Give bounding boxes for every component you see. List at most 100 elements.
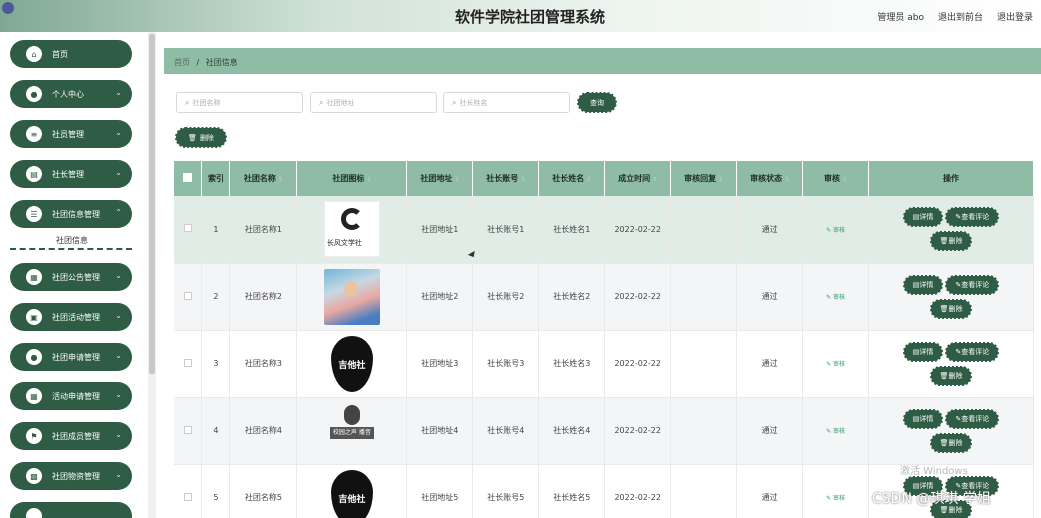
row-checkbox-cell[interactable] bbox=[174, 196, 203, 264]
detail-button[interactable]: ▤ 详情 bbox=[902, 341, 944, 362]
row-checkbox[interactable] bbox=[183, 224, 192, 233]
cell-ops: ▤ 详情 ✎ 查看评论 🗑 删除 bbox=[868, 330, 1034, 398]
sidebar-item-home[interactable]: ⌂ 首页 bbox=[10, 40, 132, 68]
sort-icon[interactable]: ⇕ bbox=[278, 176, 283, 183]
sidebar-item-club-applications[interactable]: ● 社团申请管理 ⌄ bbox=[10, 343, 132, 371]
sidebar-item-profile[interactable]: ● 个人中心 ⌄ bbox=[10, 80, 132, 108]
view-comments-button[interactable]: ✎ 查看评论 bbox=[945, 341, 1000, 362]
select-all-header[interactable] bbox=[174, 161, 203, 196]
sidebar-scroll-thumb[interactable] bbox=[149, 34, 155, 374]
delete-button[interactable]: 🗑 删除 bbox=[929, 231, 973, 252]
col-leader-label: 社长姓名 bbox=[552, 174, 585, 183]
header-actions: 管理员 abo 退出到前台 退出登录 bbox=[877, 10, 1033, 23]
csdn-watermark: CSDN @琪琪 学姐 bbox=[872, 491, 991, 507]
sidebar-item-activities[interactable]: ▣ 社团活动管理 ⌄ bbox=[10, 303, 132, 331]
back-to-front-link[interactable]: 退出到前台 bbox=[938, 10, 983, 23]
submenu-club-info[interactable]: 社团信息 bbox=[10, 230, 132, 250]
chevron-down-icon: ⌄ bbox=[115, 271, 122, 280]
breadcrumb-current: 社团信息 bbox=[205, 58, 238, 67]
audit-link[interactable]: ✎ 审核 bbox=[826, 361, 845, 368]
query-button[interactable]: 查询 bbox=[577, 92, 617, 113]
col-logo[interactable]: 社团图标 ⇕ bbox=[296, 161, 408, 196]
club-address-search-input[interactable]: ⌕ 社团地址 bbox=[310, 92, 437, 113]
col-name[interactable]: 社团名称 ⇕ bbox=[229, 161, 298, 196]
audit-link[interactable]: ✎ 审核 bbox=[826, 294, 845, 301]
home-icon: ⌂ bbox=[26, 46, 42, 62]
sort-icon[interactable]: ⇕ bbox=[784, 176, 789, 183]
detail-button[interactable]: ▤ 详情 bbox=[902, 274, 944, 295]
row-checkbox[interactable] bbox=[183, 492, 192, 501]
row-checkbox[interactable] bbox=[183, 291, 192, 300]
sort-icon[interactable]: ⇕ bbox=[520, 176, 525, 183]
sidebar-item-members[interactable]: ≡ 社员管理 ⌄ bbox=[10, 120, 132, 148]
sort-icon[interactable]: ⇕ bbox=[586, 176, 591, 183]
audit-link[interactable]: ✎ 审核 bbox=[826, 495, 845, 502]
audit-link[interactable]: ✎ 审核 bbox=[826, 227, 845, 234]
delete-button[interactable]: 🗑 删除 bbox=[929, 432, 973, 453]
col-ops: 操作 bbox=[868, 161, 1034, 196]
detail-button[interactable]: ▤ 详情 bbox=[902, 207, 944, 228]
row-checkbox[interactable] bbox=[183, 425, 192, 434]
detail-label: 详情 bbox=[919, 414, 934, 423]
sidebar-item-club-members[interactable]: ⚑ 社团成员管理 ⌄ bbox=[10, 422, 132, 450]
cell-reply bbox=[670, 464, 738, 518]
cell-date: 2022-02-22 bbox=[604, 397, 672, 465]
guitar-pick-logo: 吉他社 bbox=[324, 469, 380, 518]
sort-icon[interactable]: ⇕ bbox=[842, 176, 847, 183]
delete-button[interactable]: 🗑 删除 bbox=[929, 365, 973, 386]
sidebar-item-club-info[interactable]: ☰ 社团信息管理 ⌃ bbox=[10, 200, 132, 228]
view-comments-label: 查看评论 bbox=[961, 414, 990, 423]
row-checkbox-cell[interactable] bbox=[174, 263, 203, 331]
sort-icon[interactable]: ⇕ bbox=[652, 176, 657, 183]
row-checkbox-cell[interactable] bbox=[174, 330, 203, 398]
cell-reply bbox=[670, 397, 738, 465]
sidebar-item-announcements[interactable]: ▦ 社团公告管理 ⌄ bbox=[10, 263, 132, 291]
logout-link[interactable]: 退出登录 bbox=[997, 10, 1033, 23]
detail-button[interactable]: ▤ 详情 bbox=[902, 408, 944, 429]
col-date[interactable]: 成立时间 ⇕ bbox=[604, 161, 672, 196]
cell-ops: ▤ 详情 ✎ 查看评论 🗑 删除 bbox=[868, 196, 1034, 264]
table-row[interactable]: 1 社团名称1 长风文学社 社团地址1 社长账号1 社长姓名1 2022-02-… bbox=[174, 196, 1034, 264]
sidebar-item-supplies[interactable]: ▩ 社团物资管理 ⌄ bbox=[10, 462, 132, 490]
sort-icon[interactable]: ⇕ bbox=[718, 176, 723, 183]
row-checkbox-cell[interactable] bbox=[174, 464, 203, 518]
row-checkbox[interactable] bbox=[183, 358, 192, 367]
chevron-down-icon: ⌄ bbox=[115, 390, 122, 399]
photo-logo-image bbox=[323, 268, 380, 325]
col-status[interactable]: 审核状态 ⇕ bbox=[736, 161, 804, 196]
cell-account: 社长账号4 bbox=[472, 397, 540, 465]
user-icon: ● bbox=[26, 86, 42, 102]
select-all-checkbox[interactable] bbox=[183, 173, 193, 182]
col-address[interactable]: 社团地址 ⇕ bbox=[406, 161, 474, 196]
breadcrumb-home[interactable]: 首页 bbox=[174, 58, 190, 67]
col-account[interactable]: 社长账号 ⇕ bbox=[472, 161, 540, 196]
list-icon: ☰ bbox=[26, 206, 42, 222]
batch-delete-button[interactable]: 🗑 删除 bbox=[175, 127, 227, 148]
chevron-up-icon: ⌃ bbox=[115, 208, 122, 217]
view-comments-button[interactable]: ✎ 查看评论 bbox=[945, 408, 1000, 429]
sidebar-item-leaders[interactable]: ▤ 社长管理 ⌄ bbox=[10, 160, 132, 188]
view-comments-button[interactable]: ✎ 查看评论 bbox=[945, 207, 1000, 228]
admin-label: 管理员 abo bbox=[877, 13, 924, 23]
club-name-search-input[interactable]: ⌕ 社团名称 bbox=[176, 92, 303, 113]
col-reply[interactable]: 审核回复 ⇕ bbox=[670, 161, 738, 196]
cell-account: 社长账号1 bbox=[472, 196, 540, 264]
leader-name-search-input[interactable]: ⌕ 社长姓名 bbox=[443, 92, 570, 113]
ink-logo-image: 长风文学社 bbox=[323, 201, 380, 258]
sidebar-item-activity-applications[interactable]: ▦ 活动申请管理 ⌄ bbox=[10, 382, 132, 410]
view-comments-button[interactable]: ✎ 查看评论 bbox=[945, 274, 1000, 295]
col-audit[interactable]: 审核 ⇕ bbox=[802, 161, 870, 196]
cell-logo: 校园之声 播音 bbox=[296, 397, 408, 465]
audit-link[interactable]: ✎ 审核 bbox=[826, 428, 845, 435]
table-row[interactable]: 2 社团名称2 社团地址2 社长账号2 社长姓名2 2022-02-22 通过 … bbox=[174, 263, 1034, 331]
sort-icon[interactable]: ⇕ bbox=[366, 176, 371, 183]
sort-icon[interactable]: ⇕ bbox=[454, 176, 459, 183]
col-leader[interactable]: 社长姓名 ⇕ bbox=[538, 161, 606, 196]
cell-leader: 社长姓名3 bbox=[538, 330, 606, 398]
table-row[interactable]: 4 社团名称4 校园之声 播音 社团地址4 社长账号4 社长姓名4 2022-0… bbox=[174, 397, 1034, 465]
delete-button[interactable]: 🗑 删除 bbox=[929, 298, 973, 319]
row-checkbox-cell[interactable] bbox=[174, 397, 203, 465]
club-name-placeholder: 社团名称 bbox=[192, 98, 221, 107]
table-row[interactable]: 3 社团名称3 吉他社 社团地址3 社长账号3 社长姓名3 2022-02-22… bbox=[174, 330, 1034, 398]
sidebar-item-more[interactable] bbox=[10, 502, 132, 518]
